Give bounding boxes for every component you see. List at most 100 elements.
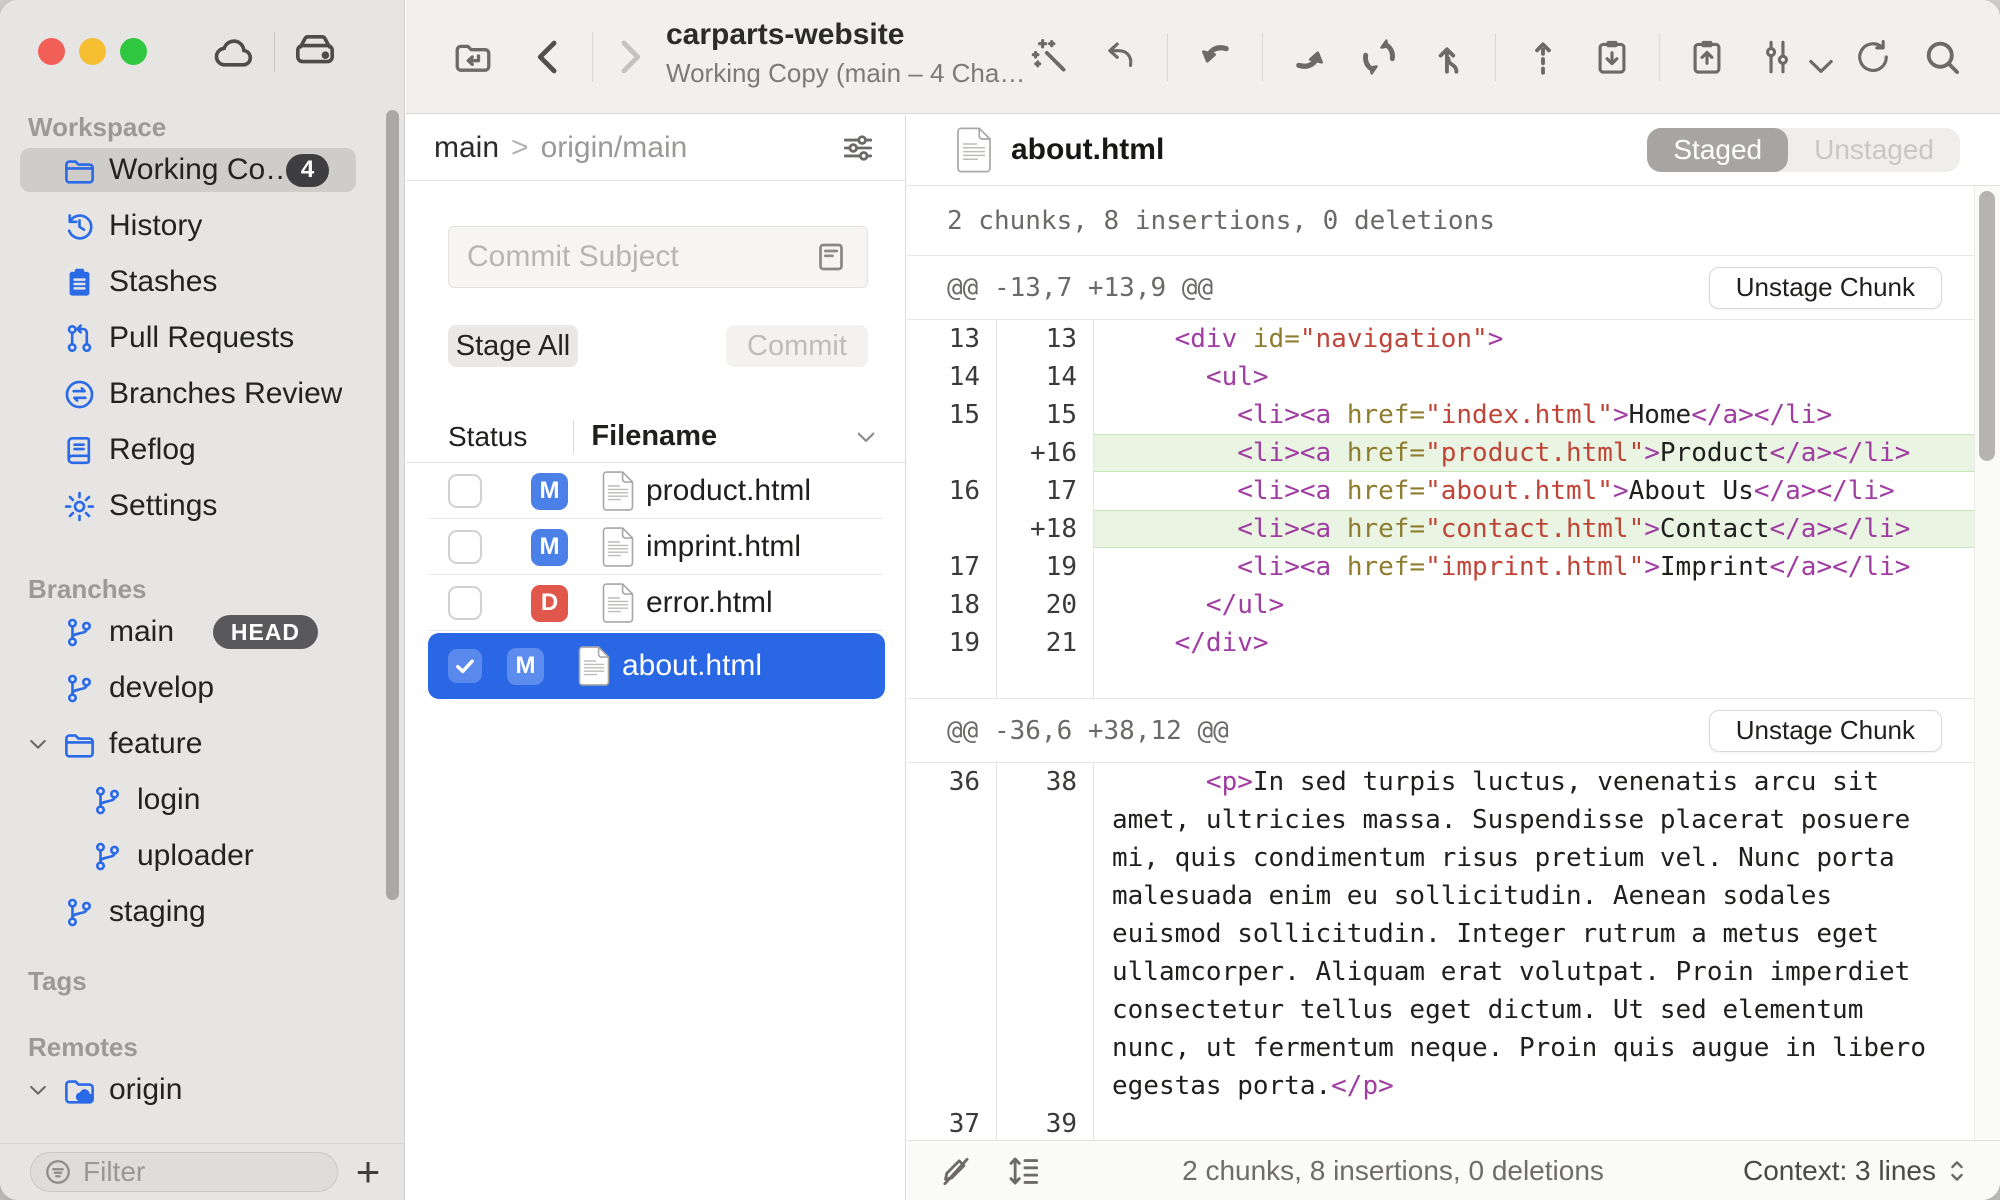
diff-scrollbar-thumb[interactable]: [1979, 191, 1995, 461]
new-line-number: 38: [997, 763, 1094, 1105]
file-list-header: Status Filename: [406, 411, 905, 463]
merge-branch-button[interactable]: [1426, 35, 1470, 79]
sidebar-scrollbar[interactable]: [386, 110, 399, 900]
refresh-button[interactable]: [1851, 35, 1895, 79]
document-icon: [955, 127, 993, 173]
section-label-workspace: Workspace: [0, 112, 404, 142]
sync-arrows-button[interactable]: [1357, 35, 1401, 79]
tab-unstaged[interactable]: Unstaged: [1788, 128, 1960, 172]
sidebar-item-history[interactable]: History: [0, 198, 404, 254]
sidebar-item-branches-review[interactable]: Branches Review: [0, 366, 404, 422]
file-row-about-html[interactable]: Mabout.html: [406, 631, 905, 701]
breadcrumb-upstream[interactable]: origin/main: [541, 131, 688, 165]
chunk-header-1: @@ -13,7 +13,9 @@Unstage Chunk: [907, 256, 1974, 320]
sidebar-item-label: origin: [109, 1073, 182, 1107]
open-repo-icon: [451, 35, 495, 79]
sidebar-item-develop[interactable]: develop: [0, 660, 404, 716]
interactive-sliders-button[interactable]: [1754, 35, 1826, 79]
rebase-arrow-button[interactable]: [1521, 35, 1565, 79]
old-line-number: 37: [907, 1105, 997, 1140]
sidebar-item-settings[interactable]: Settings: [0, 478, 404, 534]
old-line-number: 14: [907, 358, 997, 396]
stage-all-button[interactable]: Stage All: [448, 325, 578, 367]
toolbar-divider: [1167, 33, 1168, 81]
head-badge: HEAD: [213, 615, 318, 649]
file-row-imprint-html[interactable]: Mimprint.html: [406, 519, 905, 575]
file-name: imprint.html: [646, 530, 801, 564]
sidebar-item-staging[interactable]: staging: [0, 884, 404, 940]
stage-checkbox[interactable]: [448, 474, 482, 508]
sidebar-nav: WorkspaceWorking Co…4 History Stashes Pull …: [0, 100, 404, 1118]
chevron-down-icon: [1800, 45, 1824, 69]
unstash-clipboard-up-button[interactable]: [1685, 35, 1729, 79]
pull-arrow-button[interactable]: [1193, 35, 1237, 79]
sliders-horizontal-icon[interactable]: [839, 129, 877, 167]
status-badge: M: [531, 529, 568, 566]
column-status[interactable]: Status: [448, 421, 527, 453]
chevron-right-icon: [607, 35, 651, 79]
sidebar-item-login[interactable]: login: [0, 772, 404, 828]
search-button[interactable]: [1920, 35, 1964, 79]
diff-scrollbar-track[interactable]: [1974, 186, 2000, 1140]
minimize-button[interactable]: [79, 38, 106, 65]
code-text: <li><a href="product.html">Product</a></…: [1094, 434, 1974, 472]
section-label-branches: Branches: [0, 574, 404, 604]
chevron-down-icon[interactable]: [24, 1076, 52, 1104]
file-row-error-html[interactable]: Derror.html: [406, 575, 905, 631]
back-button[interactable]: [524, 32, 574, 82]
sidebar-item-origin[interactable]: origin: [0, 1062, 404, 1118]
sidebar-item-label: History: [109, 209, 202, 243]
stage-checkbox[interactable]: [448, 649, 482, 683]
close-button[interactable]: [38, 38, 65, 65]
undo-arrow-button[interactable]: [1098, 35, 1142, 79]
new-line-number: 21: [997, 624, 1094, 662]
sidebar-item-main[interactable]: main HEAD: [0, 604, 404, 660]
diff-line: 1719 <li><a href="imprint.html">Imprint<…: [907, 548, 1974, 586]
tab-staged[interactable]: Staged: [1647, 128, 1788, 172]
chevron-down-icon[interactable]: [24, 730, 52, 758]
stage-checkbox[interactable]: [448, 530, 482, 564]
sidebar-item-working-co[interactable]: Working Co…4: [0, 142, 404, 198]
zoom-button[interactable]: [120, 38, 147, 65]
add-repository-button[interactable]: +: [346, 1150, 390, 1194]
wand-button[interactable]: [1029, 35, 1073, 79]
drive-icon[interactable]: [291, 28, 339, 76]
breadcrumb-current-branch[interactable]: main: [434, 131, 499, 165]
column-filename[interactable]: Filename: [591, 420, 717, 453]
clock-icon: [62, 209, 97, 244]
stage-checkbox[interactable]: [448, 586, 482, 620]
filter-input[interactable]: Filter: [30, 1152, 338, 1192]
line-spacing-icon[interactable]: [1005, 1152, 1043, 1190]
commit-button[interactable]: Commit: [726, 325, 868, 367]
compare-circle-icon: [62, 377, 97, 412]
old-line-number: 18: [907, 586, 997, 624]
sidebar-item-label: main: [109, 615, 174, 649]
commit-subject-input[interactable]: Commit Subject: [448, 226, 868, 288]
sidebar-item-stashes[interactable]: Stashes: [0, 254, 404, 310]
column-divider: [573, 420, 574, 454]
pen-slash-icon[interactable]: [937, 1152, 975, 1190]
sidebar-item-uploader[interactable]: uploader: [0, 828, 404, 884]
file-icon: [601, 527, 635, 567]
old-line-number: 13: [907, 320, 997, 358]
code-text: <li><a href="imprint.html">Imprint</a></…: [1094, 548, 1974, 586]
file-row-product-html[interactable]: Mproduct.html: [406, 463, 905, 519]
unstage-chunk-button[interactable]: Unstage Chunk: [1709, 267, 1942, 309]
chevron-down-icon[interactable]: [851, 422, 881, 452]
breadcrumb: main > origin/main: [406, 115, 905, 181]
push-arrow-button[interactable]: [1288, 35, 1332, 79]
code-text: <li><a href="index.html">Home</a></li>: [1094, 396, 1974, 434]
open-repository-button[interactable]: [448, 32, 498, 82]
sidebar-item-reflog[interactable]: Reflog: [0, 422, 404, 478]
book-icon: [62, 433, 97, 468]
sidebar-item-pull-requests[interactable]: Pull Requests: [0, 310, 404, 366]
context-lines-control[interactable]: Context: 3 lines: [1743, 1154, 1970, 1188]
sidebar-item-feature[interactable]: feature: [0, 716, 404, 772]
unstage-chunk-button[interactable]: Unstage Chunk: [1709, 710, 1942, 752]
stash-clipboard-down-button[interactable]: [1590, 35, 1634, 79]
forward-button[interactable]: [604, 32, 654, 82]
file-icon: [601, 471, 635, 511]
chunk-body-2: 3638 <p>In sed turpis luctus, venenatis …: [907, 763, 1974, 1140]
sidebar-item-label: Pull Requests: [109, 321, 294, 355]
cloud-icon[interactable]: [210, 28, 258, 76]
